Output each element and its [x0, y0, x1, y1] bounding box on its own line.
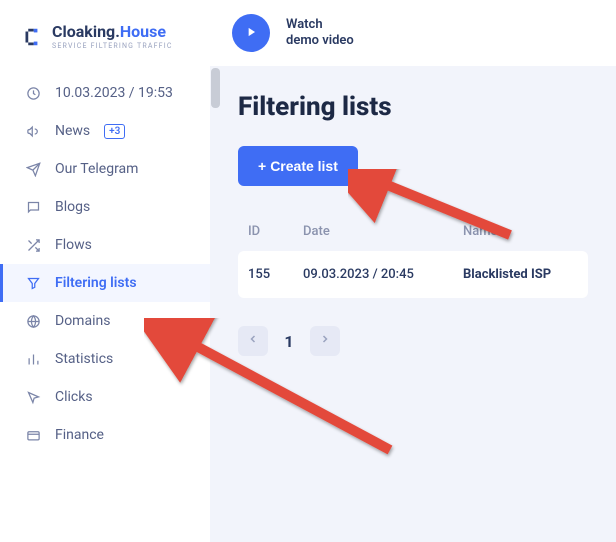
sidebar-item-telegram[interactable]: Our Telegram	[0, 150, 210, 188]
create-list-button[interactable]: + Create list	[238, 146, 358, 186]
nav-label: Our Telegram	[55, 161, 138, 177]
bar-chart-icon	[25, 351, 41, 367]
lists-table: ID Date Name 155 09.03.2023 / 20:45 Blac…	[238, 212, 588, 298]
wallet-icon	[25, 427, 41, 443]
col-name: Name	[463, 224, 578, 239]
nav-label: Finance	[55, 427, 104, 443]
brand-tagline: SERVICE FILTERING TRAFFIC	[52, 42, 173, 50]
chevron-left-icon	[247, 333, 259, 349]
sidebar-item-filtering-lists[interactable]: Filtering lists	[0, 264, 210, 302]
shuffle-icon	[25, 237, 41, 253]
sidebar-item-datetime: 10.03.2023 / 19:53	[0, 74, 210, 112]
clock-icon	[25, 85, 41, 101]
sidebar-item-flows[interactable]: Flows	[0, 226, 210, 264]
brand-logo-icon	[20, 26, 42, 48]
pager-next-button[interactable]	[310, 326, 340, 356]
nav: 10.03.2023 / 19:53 News +3 Our Telegram	[0, 74, 210, 454]
comment-icon	[25, 199, 41, 215]
cell-name: Blacklisted ISP	[463, 267, 578, 282]
main: Watch demo video Filtering lists + Creat…	[210, 0, 616, 542]
filter-icon	[25, 275, 41, 291]
nav-label: Flows	[55, 237, 92, 253]
sidebar-item-news[interactable]: News +3	[0, 112, 210, 150]
sidebar-item-domains[interactable]: Domains	[0, 302, 210, 340]
topbar: Watch demo video	[210, 0, 616, 66]
cursor-icon	[25, 389, 41, 405]
table-row[interactable]: 155 09.03.2023 / 20:45 Blacklisted ISP	[238, 251, 588, 298]
pager-prev-button[interactable]	[238, 326, 268, 356]
sidebar-item-blogs[interactable]: Blogs	[0, 188, 210, 226]
sidebar-item-finance[interactable]: Finance	[0, 416, 210, 454]
watch-demo-button[interactable]	[232, 14, 270, 52]
table-header: ID Date Name	[238, 212, 588, 251]
nav-label: Clicks	[55, 389, 93, 405]
cell-id: 155	[248, 267, 303, 282]
paper-plane-icon	[25, 161, 41, 177]
col-id: ID	[248, 224, 303, 239]
sidebar-item-clicks[interactable]: Clicks	[0, 378, 210, 416]
nav-label: News	[55, 123, 90, 139]
chevron-right-icon	[319, 333, 331, 349]
page-title: Filtering lists	[238, 92, 588, 122]
plus-icon: +	[258, 158, 266, 174]
news-badge: +3	[104, 124, 125, 139]
pagination: 1	[238, 326, 588, 356]
nav-label: Blogs	[55, 199, 90, 215]
brand: Cloaking.House SERVICE FILTERING TRAFFIC	[0, 16, 210, 74]
create-list-label: Create list	[270, 158, 338, 174]
content: Filtering lists + Create list ID Date Na…	[210, 66, 616, 382]
sidebar-item-statistics[interactable]: Statistics	[0, 340, 210, 378]
watch-demo-label: Watch demo video	[286, 17, 354, 50]
nav-label: Statistics	[55, 351, 113, 367]
brand-title: Cloaking.House	[52, 24, 173, 40]
nav-label: Domains	[55, 313, 110, 329]
globe-icon	[25, 313, 41, 329]
cell-date: 09.03.2023 / 20:45	[303, 267, 463, 282]
datetime-label: 10.03.2023 / 19:53	[55, 85, 173, 101]
sidebar: Cloaking.House SERVICE FILTERING TRAFFIC…	[0, 0, 210, 542]
pager-current: 1	[278, 332, 300, 351]
col-date: Date	[303, 224, 463, 239]
nav-label: Filtering lists	[55, 275, 137, 291]
play-icon	[244, 24, 258, 43]
megaphone-icon	[25, 123, 41, 139]
